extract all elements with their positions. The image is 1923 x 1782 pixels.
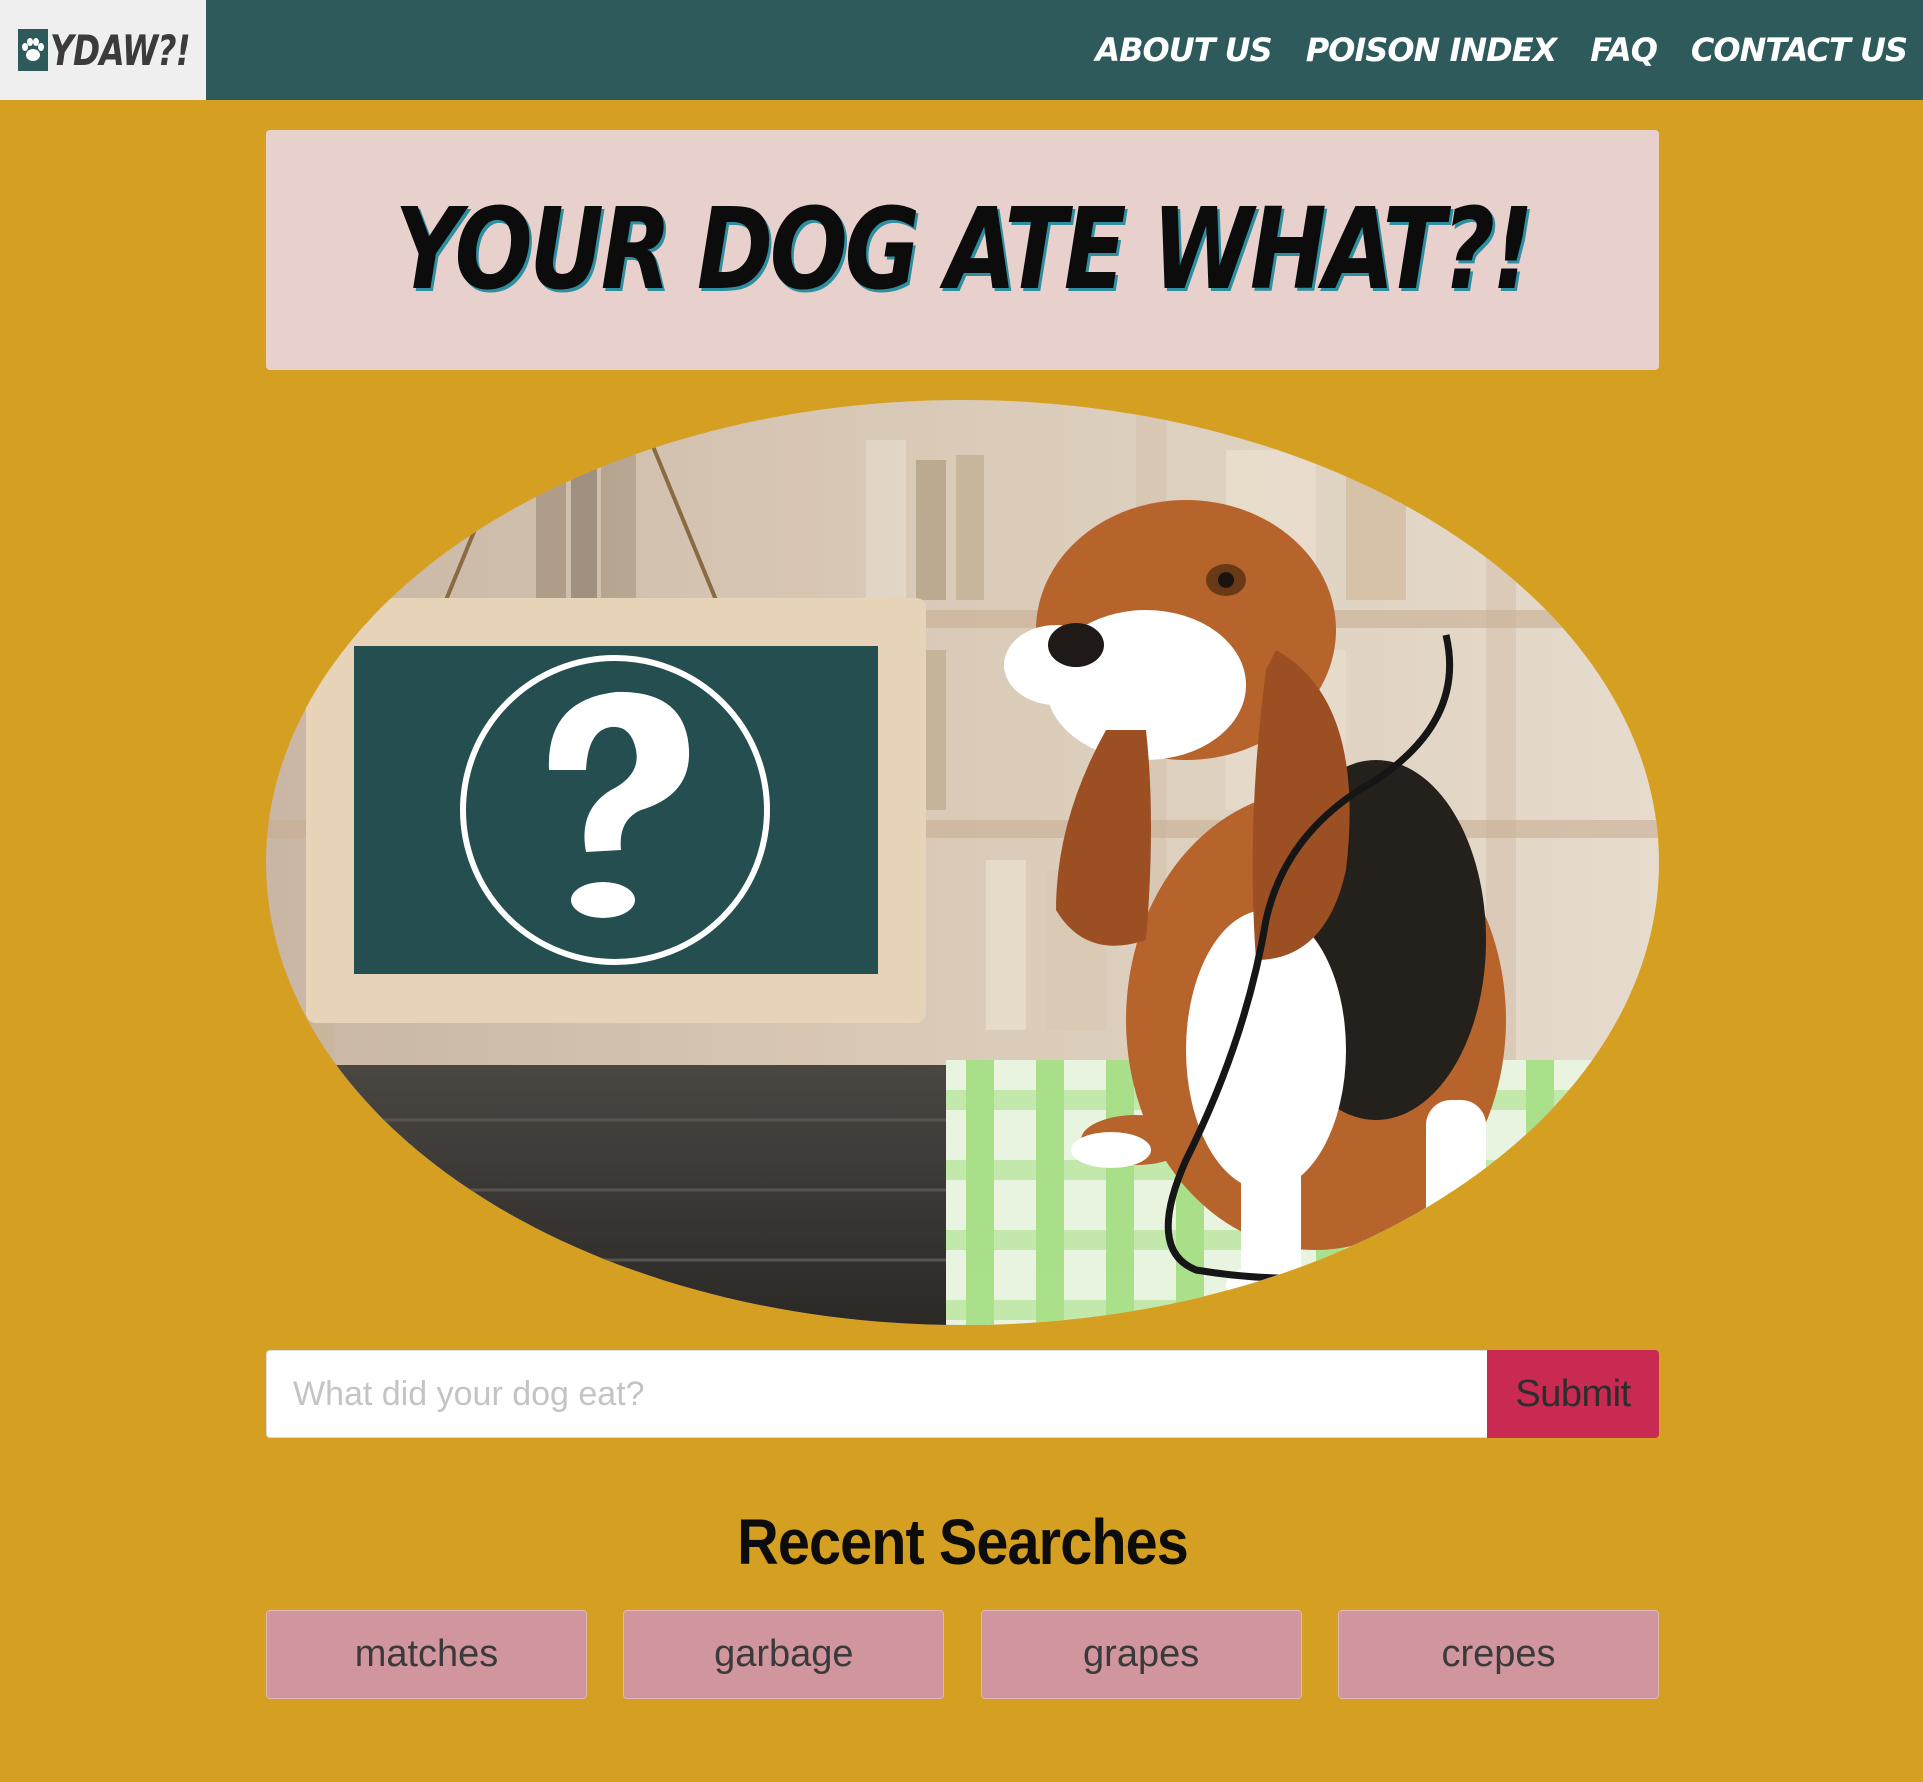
- nav-poison-index[interactable]: POISON INDEX: [1306, 31, 1558, 69]
- recent-search-crepes[interactable]: crepes: [1337, 1610, 1659, 1699]
- nav-about-us[interactable]: ABOUT US: [1095, 31, 1272, 69]
- recent-searches-list: matches garbage grapes crepes: [266, 1610, 1659, 1699]
- recent-search-garbage[interactable]: garbage: [623, 1610, 945, 1699]
- recent-search-matches[interactable]: matches: [266, 1610, 587, 1699]
- top-navbar: YDAW?! ABOUT US POISON INDEX FAQ CONTACT…: [0, 0, 1923, 100]
- search-form: Submit: [266, 1350, 1659, 1438]
- brand-name: YDAW?!: [50, 25, 191, 75]
- search-input[interactable]: [266, 1350, 1487, 1438]
- page-title: YOUR DOG ATE WHAT?!: [394, 185, 1534, 315]
- brand-logo-link[interactable]: YDAW?!: [0, 0, 206, 100]
- nav-faq[interactable]: FAQ: [1590, 31, 1658, 69]
- dog-chalkboard-illustration: [266, 400, 1659, 1325]
- hero-image: [266, 400, 1659, 1325]
- recent-search-grapes[interactable]: grapes: [980, 1610, 1302, 1699]
- hero-title-card: YOUR DOG ATE WHAT?!: [266, 130, 1659, 370]
- paw-icon: [18, 29, 48, 71]
- nav-contact-us[interactable]: CONTACT US: [1691, 31, 1908, 69]
- recent-searches-heading: Recent Searches: [737, 1506, 1189, 1578]
- nav-links: ABOUT US POISON INDEX FAQ CONTACT US: [1095, 0, 1908, 100]
- submit-button[interactable]: Submit: [1487, 1350, 1659, 1438]
